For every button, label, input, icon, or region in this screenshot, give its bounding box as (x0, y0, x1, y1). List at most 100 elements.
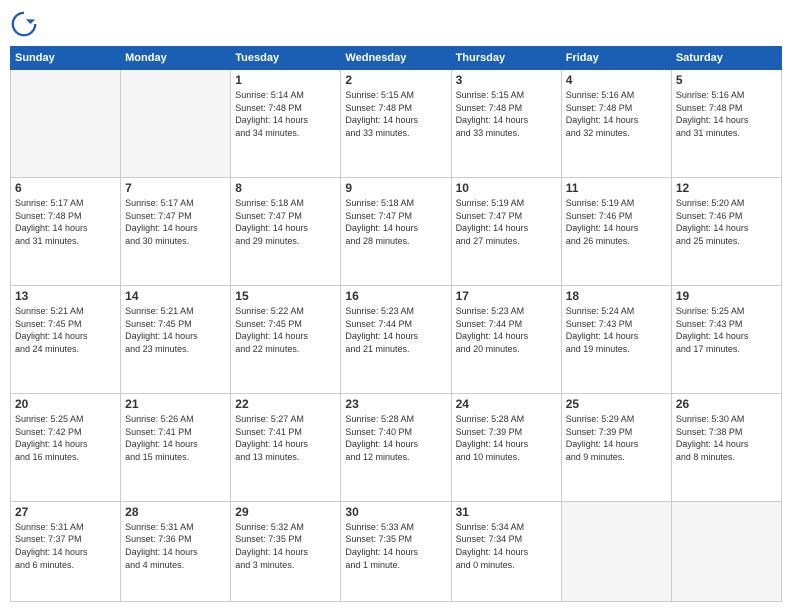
day-info: Sunrise: 5:19 AM Sunset: 7:46 PM Dayligh… (566, 197, 667, 247)
calendar-cell: 27 Sunrise: 5:31 AM Sunset: 7:37 PM Dayli… (11, 501, 121, 601)
calendar-cell: 30 Sunrise: 5:33 AM Sunset: 7:35 PM Dayli… (341, 501, 451, 601)
weekday-header-sunday: Sunday (11, 47, 121, 70)
header (10, 10, 782, 38)
calendar-week-5: 27 Sunrise: 5:31 AM Sunset: 7:37 PM Dayli… (11, 501, 782, 601)
day-info: Sunrise: 5:17 AM Sunset: 7:47 PM Dayligh… (125, 197, 226, 247)
day-number: 25 (566, 397, 667, 411)
day-number: 9 (345, 181, 446, 195)
day-number: 18 (566, 289, 667, 303)
calendar-week-3: 13 Sunrise: 5:21 AM Sunset: 7:45 PM Dayli… (11, 285, 782, 393)
calendar-cell: 18 Sunrise: 5:24 AM Sunset: 7:43 PM Dayli… (561, 285, 671, 393)
day-info: Sunrise: 5:25 AM Sunset: 7:43 PM Dayligh… (676, 305, 777, 355)
weekday-header-saturday: Saturday (671, 47, 781, 70)
day-number: 29 (235, 505, 336, 519)
calendar-cell: 26 Sunrise: 5:30 AM Sunset: 7:38 PM Dayli… (671, 393, 781, 501)
day-number: 17 (456, 289, 557, 303)
day-number: 5 (676, 73, 777, 87)
calendar-cell: 10 Sunrise: 5:19 AM Sunset: 7:47 PM Dayli… (451, 177, 561, 285)
calendar-cell: 16 Sunrise: 5:23 AM Sunset: 7:44 PM Dayli… (341, 285, 451, 393)
day-number: 19 (676, 289, 777, 303)
calendar-cell: 17 Sunrise: 5:23 AM Sunset: 7:44 PM Dayli… (451, 285, 561, 393)
day-number: 31 (456, 505, 557, 519)
weekday-header-row: SundayMondayTuesdayWednesdayThursdayFrid… (11, 47, 782, 70)
calendar-cell (671, 501, 781, 601)
calendar-cell: 14Sunrise: 5:21 AM Sunset: 7:45 PM Dayli… (121, 285, 231, 393)
day-number: 21 (125, 397, 226, 411)
day-number: 16 (345, 289, 446, 303)
day-number: 8 (235, 181, 336, 195)
day-number: 7 (125, 181, 226, 195)
day-info: Sunrise: 5:31 AM Sunset: 7:37 PM Dayligh… (15, 521, 116, 571)
calendar-cell: 24Sunrise: 5:28 AM Sunset: 7:39 PM Dayli… (451, 393, 561, 501)
day-number: 27 (15, 505, 116, 519)
day-info: Sunrise: 5:24 AM Sunset: 7:43 PM Dayligh… (566, 305, 667, 355)
day-number: 4 (566, 73, 667, 87)
day-info: Sunrise: 5:26 AM Sunset: 7:41 PM Dayligh… (125, 413, 226, 463)
day-number: 28 (125, 505, 226, 519)
day-number: 15 (235, 289, 336, 303)
weekday-header-friday: Friday (561, 47, 671, 70)
day-info: Sunrise: 5:28 AM Sunset: 7:39 PM Dayligh… (456, 413, 557, 463)
calendar-cell: 15 Sunrise: 5:22 AM Sunset: 7:45 PM Dayli… (231, 285, 341, 393)
calendar-cell: 23 Sunrise: 5:28 AM Sunset: 7:40 PM Dayli… (341, 393, 451, 501)
calendar-cell: 20 Sunrise: 5:25 AM Sunset: 7:42 PM Dayli… (11, 393, 121, 501)
day-number: 1 (235, 73, 336, 87)
day-info: Sunrise: 5:22 AM Sunset: 7:45 PM Dayligh… (235, 305, 336, 355)
calendar-week-1: 1 Sunrise: 5:14 AM Sunset: 7:48 PM Daylig… (11, 70, 782, 178)
calendar-cell: 11Sunrise: 5:19 AM Sunset: 7:46 PM Dayli… (561, 177, 671, 285)
day-info: Sunrise: 5:16 AM Sunset: 7:48 PM Dayligh… (676, 89, 777, 139)
day-info: Sunrise: 5:18 AM Sunset: 7:47 PM Dayligh… (235, 197, 336, 247)
day-number: 10 (456, 181, 557, 195)
logo-icon (10, 10, 38, 38)
calendar-cell: 21 Sunrise: 5:26 AM Sunset: 7:41 PM Dayli… (121, 393, 231, 501)
logo (10, 10, 42, 38)
day-number: 14 (125, 289, 226, 303)
day-info: Sunrise: 5:27 AM Sunset: 7:41 PM Dayligh… (235, 413, 336, 463)
calendar-cell: 4 Sunrise: 5:16 AM Sunset: 7:48 PM Daylig… (561, 70, 671, 178)
calendar-cell: 7 Sunrise: 5:17 AM Sunset: 7:47 PM Daylig… (121, 177, 231, 285)
day-info: Sunrise: 5:18 AM Sunset: 7:47 PM Dayligh… (345, 197, 446, 247)
day-info: Sunrise: 5:23 AM Sunset: 7:44 PM Dayligh… (456, 305, 557, 355)
calendar-cell: 25 Sunrise: 5:29 AM Sunset: 7:39 PM Dayli… (561, 393, 671, 501)
day-info: Sunrise: 5:16 AM Sunset: 7:48 PM Dayligh… (566, 89, 667, 139)
day-number: 30 (345, 505, 446, 519)
day-number: 26 (676, 397, 777, 411)
calendar-cell: 6Sunrise: 5:17 AM Sunset: 7:48 PM Daylig… (11, 177, 121, 285)
calendar-cell: 28 Sunrise: 5:31 AM Sunset: 7:36 PM Dayli… (121, 501, 231, 601)
day-info: Sunrise: 5:34 AM Sunset: 7:34 PM Dayligh… (456, 521, 557, 571)
day-number: 13 (15, 289, 116, 303)
calendar-cell (121, 70, 231, 178)
day-info: Sunrise: 5:29 AM Sunset: 7:39 PM Dayligh… (566, 413, 667, 463)
calendar-cell: 8 Sunrise: 5:18 AM Sunset: 7:47 PM Daylig… (231, 177, 341, 285)
calendar-cell: 12Sunrise: 5:20 AM Sunset: 7:46 PM Dayli… (671, 177, 781, 285)
day-info: Sunrise: 5:30 AM Sunset: 7:38 PM Dayligh… (676, 413, 777, 463)
day-number: 20 (15, 397, 116, 411)
calendar-cell: 31 Sunrise: 5:34 AM Sunset: 7:34 PM Dayli… (451, 501, 561, 601)
day-number: 23 (345, 397, 446, 411)
calendar-cell: 5 Sunrise: 5:16 AM Sunset: 7:48 PM Daylig… (671, 70, 781, 178)
calendar-cell: 19 Sunrise: 5:25 AM Sunset: 7:43 PM Dayli… (671, 285, 781, 393)
day-info: Sunrise: 5:33 AM Sunset: 7:35 PM Dayligh… (345, 521, 446, 571)
calendar-table: SundayMondayTuesdayWednesdayThursdayFrid… (10, 46, 782, 602)
day-info: Sunrise: 5:19 AM Sunset: 7:47 PM Dayligh… (456, 197, 557, 247)
day-info: Sunrise: 5:28 AM Sunset: 7:40 PM Dayligh… (345, 413, 446, 463)
day-info: Sunrise: 5:32 AM Sunset: 7:35 PM Dayligh… (235, 521, 336, 571)
day-info: Sunrise: 5:15 AM Sunset: 7:48 PM Dayligh… (345, 89, 446, 139)
day-info: Sunrise: 5:31 AM Sunset: 7:36 PM Dayligh… (125, 521, 226, 571)
calendar-cell: 1 Sunrise: 5:14 AM Sunset: 7:48 PM Daylig… (231, 70, 341, 178)
calendar-cell (561, 501, 671, 601)
day-number: 2 (345, 73, 446, 87)
day-info: Sunrise: 5:25 AM Sunset: 7:42 PM Dayligh… (15, 413, 116, 463)
day-number: 3 (456, 73, 557, 87)
calendar-cell: 13 Sunrise: 5:21 AM Sunset: 7:45 PM Dayli… (11, 285, 121, 393)
calendar-week-2: 6Sunrise: 5:17 AM Sunset: 7:48 PM Daylig… (11, 177, 782, 285)
day-info: Sunrise: 5:14 AM Sunset: 7:48 PM Dayligh… (235, 89, 336, 139)
weekday-header-monday: Monday (121, 47, 231, 70)
calendar-cell: 3 Sunrise: 5:15 AM Sunset: 7:48 PM Daylig… (451, 70, 561, 178)
calendar-cell: 29 Sunrise: 5:32 AM Sunset: 7:35 PM Dayli… (231, 501, 341, 601)
day-info: Sunrise: 5:15 AM Sunset: 7:48 PM Dayligh… (456, 89, 557, 139)
day-info: Sunrise: 5:21 AM Sunset: 7:45 PM Dayligh… (15, 305, 116, 355)
day-number: 22 (235, 397, 336, 411)
day-info: Sunrise: 5:17 AM Sunset: 7:48 PM Dayligh… (15, 197, 116, 247)
day-info: Sunrise: 5:23 AM Sunset: 7:44 PM Dayligh… (345, 305, 446, 355)
